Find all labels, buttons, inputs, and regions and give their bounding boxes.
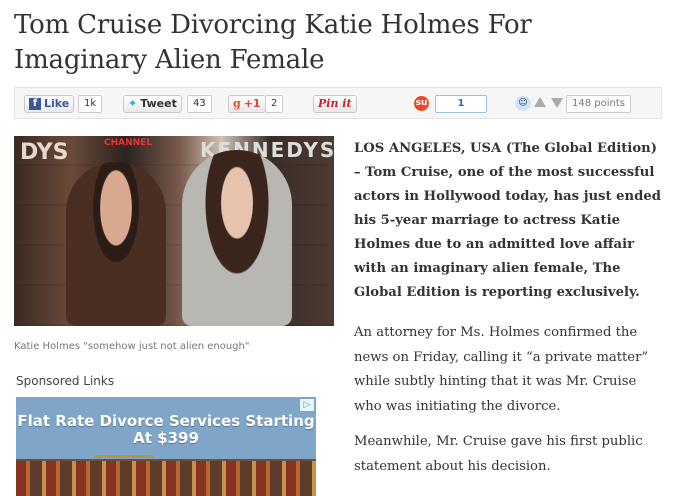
sponsored-links-heading: Sponsored Links <box>16 374 115 388</box>
article-headline: Tom Cruise Divorcing Katie Holmes For Im… <box>14 10 532 75</box>
share-bar: f Like 1k ✦ Tweet 43 g +1 2 Pin it su 1 … <box>14 87 662 119</box>
pinterest-label: Pin it <box>318 97 352 110</box>
facebook-like-label: Like <box>44 97 70 110</box>
adchoices-icon[interactable]: ▷ <box>300 399 314 411</box>
backdrop-logo-channel: CHANNEL <box>104 138 153 148</box>
ad-headline[interactable]: Flat Rate Divorce Services Starting At $… <box>16 413 316 447</box>
google-plus-label: +1 <box>243 97 261 110</box>
google-plus-button[interactable]: g +1 <box>228 95 266 113</box>
tweet-count: 43 <box>187 95 212 113</box>
downvote-arrow-icon[interactable] <box>551 98 563 108</box>
ad-bookshelf-image <box>16 461 316 496</box>
backdrop-logo-left: DYS <box>20 140 69 165</box>
upvote-arrow-icon[interactable] <box>534 97 546 107</box>
article-paragraph-2: Meanwhile, Mr. Cruise gave his first pub… <box>354 434 643 474</box>
facebook-like-count: 1k <box>78 95 103 113</box>
google-plus-count: 2 <box>265 95 284 113</box>
article-lede: LOS ANGELES, USA (The Global Edition) – … <box>354 141 661 300</box>
google-plus-icon: g <box>233 97 241 110</box>
stumbleupon-count: 1 <box>435 95 487 113</box>
photo-caption: Katie Holmes "somehow just not alien eno… <box>14 341 250 352</box>
article-paragraph-1: An attorney for Ms. Holmes confirmed the… <box>354 325 649 414</box>
reddit-icon[interactable]: ☺ <box>515 96 531 111</box>
tweet-label: Tweet <box>140 97 177 110</box>
facebook-icon: f <box>29 98 41 110</box>
facebook-like-button[interactable]: f Like <box>24 95 75 113</box>
photo-person-tom-cruise <box>66 162 166 326</box>
reddit-points: 148 points <box>566 95 631 113</box>
article-photo: DYS CHANNEL KENNEDYS <box>14 136 334 326</box>
article-body: LOS ANGELES, USA (The Global Edition) – … <box>354 137 664 490</box>
ad-scales-of-justice-image <box>94 455 154 496</box>
photo-person-katie-holmes <box>182 150 292 326</box>
twitter-bird-icon: ✦ <box>128 97 138 110</box>
tweet-button[interactable]: ✦ Tweet <box>123 95 182 113</box>
stumbleupon-icon[interactable]: su <box>414 96 429 111</box>
sponsored-ad[interactable]: Flat Rate Divorce Services Starting At $… <box>16 397 316 496</box>
pinterest-button[interactable]: Pin it <box>313 95 357 113</box>
